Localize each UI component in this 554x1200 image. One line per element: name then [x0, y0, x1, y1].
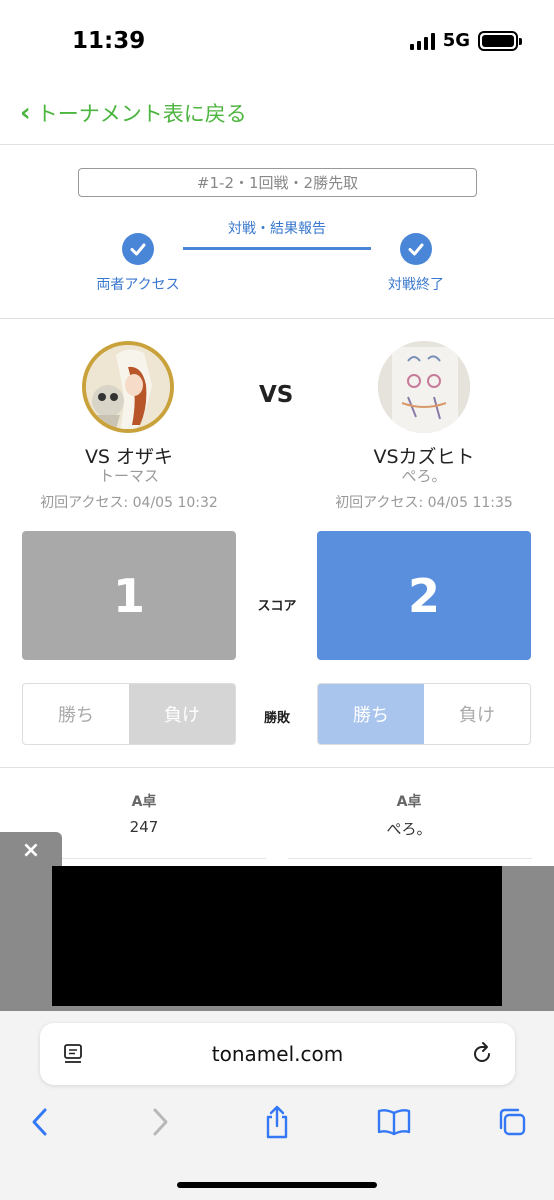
player2-lose-option[interactable]: 負け	[424, 684, 530, 744]
back-link-label: トーナメント表に戻る	[36, 102, 247, 126]
match-info-box: #1-2・1回戦・2勝先取	[78, 168, 477, 197]
divider	[0, 318, 554, 319]
player1-lose-option[interactable]: 負け	[129, 684, 235, 744]
ad-close-button[interactable]: ×	[0, 832, 62, 868]
tabs-icon[interactable]	[490, 1100, 534, 1144]
progress-step-access: 両者アクセス	[88, 233, 188, 294]
match-info-text: #1-2・1回戦・2勝先取	[196, 174, 359, 192]
battery-icon	[478, 30, 522, 51]
network-label: 5G	[442, 30, 470, 51]
result-label: 勝敗	[263, 711, 290, 726]
progress-step-finished-label: 対戦終了	[388, 277, 444, 293]
check-icon	[400, 233, 432, 265]
player2-subname: ぺろ。	[401, 467, 447, 485]
player2-access-time: 初回アクセス: 04/05 11:35	[335, 495, 513, 511]
divider	[0, 767, 554, 768]
player2-win-option[interactable]: 勝ち	[318, 684, 424, 744]
player1-result-toggle: 勝ち 負け	[22, 683, 236, 745]
divider	[0, 144, 554, 145]
home-indicator	[177, 1182, 377, 1188]
score-label: スコア	[257, 599, 297, 614]
progress-step-finished: 対戦終了	[366, 233, 466, 294]
reload-icon[interactable]	[469, 1041, 495, 1071]
progress-step-access-label: 両者アクセス	[96, 277, 180, 293]
player1-avatar	[82, 341, 174, 433]
status-indicators: 5G	[409, 30, 522, 51]
player2-avatar	[378, 341, 470, 433]
player1-score[interactable]: 1	[22, 531, 236, 660]
back-to-tournament-link[interactable]: ‹ トーナメント表に戻る	[20, 98, 247, 128]
player1-access-time: 初回アクセス: 04/05 10:32	[40, 495, 218, 511]
status-bar: 11:39 5G	[0, 0, 554, 80]
signal-icon	[409, 32, 435, 50]
player1-subname: トーマス	[98, 467, 159, 485]
address-bar[interactable]: tonamel.com	[40, 1023, 515, 1085]
bookmarks-icon[interactable]	[372, 1100, 416, 1144]
url-text: tonamel.com	[211, 1042, 344, 1066]
player1-win-option[interactable]: 勝ち	[23, 684, 129, 744]
vs-label: VS	[259, 382, 294, 408]
progress-middle-label: 対戦・結果報告	[228, 221, 326, 237]
progress-line	[183, 247, 371, 250]
forward-icon[interactable]	[138, 1100, 182, 1144]
divider	[288, 858, 532, 859]
player1-table-label: A卓	[131, 794, 157, 810]
back-icon[interactable]	[18, 1100, 62, 1144]
player2-table-label: A卓	[396, 794, 422, 810]
player2-table-value: ぺろ。	[386, 820, 432, 838]
check-icon	[122, 233, 154, 265]
player1-table-value: 247	[129, 818, 159, 836]
ad-content[interactable]	[52, 866, 502, 1006]
player2-result-toggle: 勝ち 負け	[317, 683, 531, 745]
share-icon[interactable]	[255, 1100, 299, 1144]
status-time: 11:39	[72, 28, 146, 54]
player2-score[interactable]: 2	[317, 531, 531, 660]
chevron-left-icon: ‹	[20, 98, 31, 128]
